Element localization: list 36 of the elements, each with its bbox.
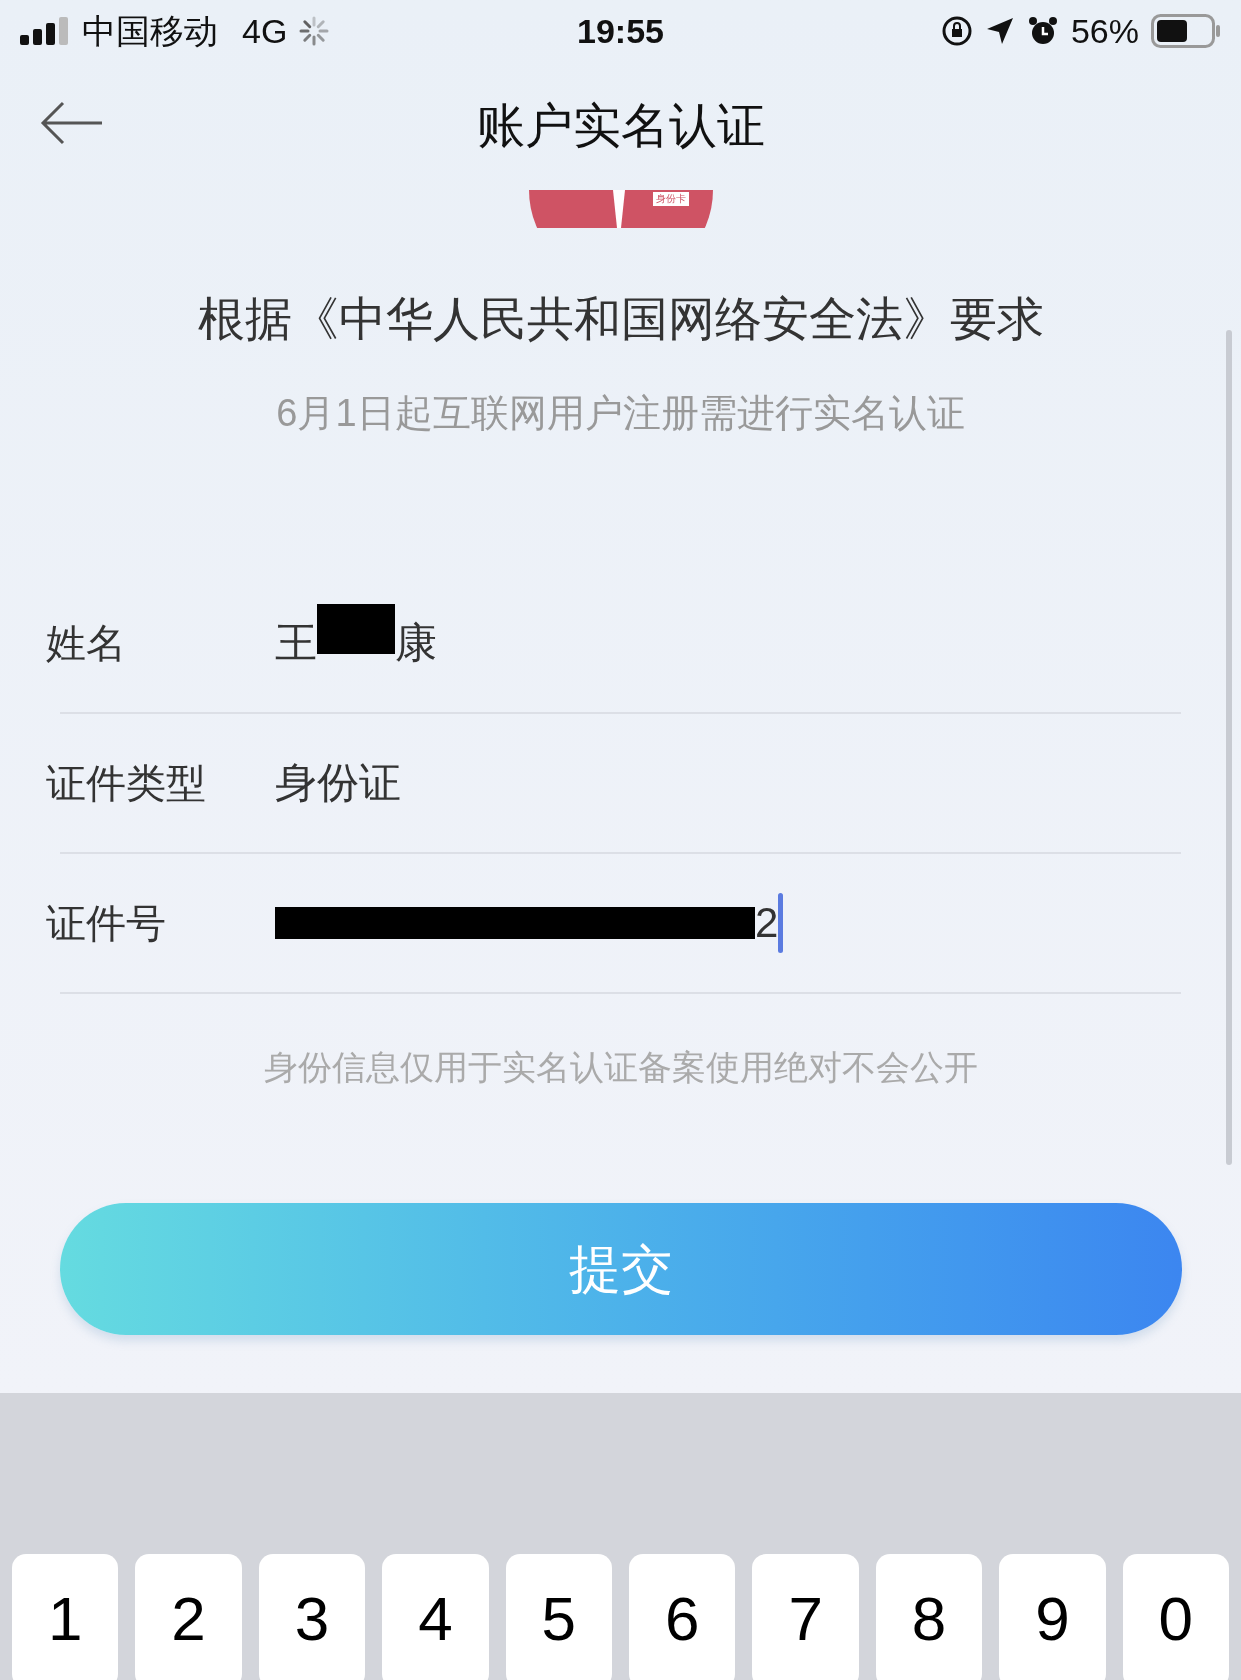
number-key[interactable]: 8 [875, 1554, 983, 1680]
field-value: 王 [275, 618, 317, 668]
intro-heading: 根据《中华人民共和国网络安全法》要求 [197, 291, 1044, 347]
input-field[interactable]: 2 [275, 882, 784, 963]
clock-time: 19:55 [577, 10, 664, 52]
network-type: 4G [242, 10, 288, 52]
battery-percentage: 56% [1070, 10, 1139, 52]
privacy-note: 身份信息仅用于实名认证备案使用绝对不会公开 [263, 1046, 978, 1088]
field-value: 身份证 [275, 758, 401, 808]
loading-spinner-icon [299, 16, 330, 46]
field-value: 康 [395, 618, 437, 668]
number-key[interactable]: 7 [752, 1554, 859, 1680]
number-key[interactable]: 1 [12, 1554, 119, 1680]
carrier-name: 中国移动 [82, 10, 218, 52]
number-key[interactable]: 5 [505, 1554, 613, 1680]
number-key[interactable]: 9 [999, 1554, 1106, 1680]
input-field[interactable]: 身份证 [275, 742, 406, 823]
back-button[interactable] [40, 100, 104, 146]
field-label: 姓名 [46, 620, 126, 665]
page-title: 账户实名认证 [476, 98, 765, 154]
id-card-label: 身份卡 [652, 192, 689, 206]
back-arrow-icon [40, 100, 104, 146]
alarm-clock-icon [1026, 15, 1059, 47]
input-field[interactable]: 王 康 [275, 602, 442, 683]
field-label: 证件号 [46, 900, 166, 945]
signal-icon [20, 17, 70, 45]
field-value: 2 [755, 898, 779, 948]
rotation-lock-icon [940, 15, 973, 47]
number-key[interactable]: 0 [1122, 1554, 1230, 1680]
battery-icon [1151, 14, 1221, 48]
number-key[interactable]: 4 [382, 1554, 489, 1680]
number-key[interactable]: 6 [629, 1554, 736, 1680]
number-key[interactable]: 3 [258, 1554, 366, 1680]
intro-subtitle: 6月1日起互联网用户注册需进行实名认证 [276, 390, 965, 436]
number-key[interactable]: 2 [135, 1554, 242, 1680]
field-label: 证件类型 [46, 760, 206, 805]
